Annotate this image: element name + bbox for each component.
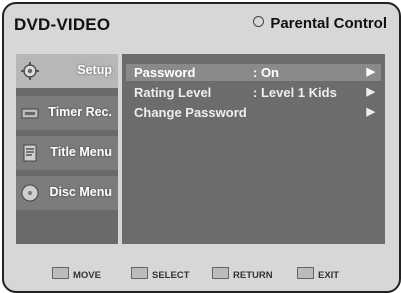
setting-name: Rating Level xyxy=(134,85,212,100)
disc-menu-icon xyxy=(21,184,39,202)
sidebar-item-label: Setup xyxy=(77,63,112,77)
return-hint: RETURN xyxy=(212,267,273,281)
page-title: DVD-VIDEO xyxy=(14,15,111,34)
setup-icon xyxy=(21,62,39,80)
sidebar-item-label: Timer Rec. xyxy=(48,105,112,119)
move-key-icon xyxy=(52,267,69,279)
sidebar-item-setup[interactable]: Setup xyxy=(16,54,118,88)
dvd-menu-screen: DVD-VIDEO Parental Control Setup Timer R… xyxy=(2,2,401,293)
settings-panel: Password : On ▶ Rating Level : Level 1 K… xyxy=(122,54,385,244)
arrow-right-icon: ▶ xyxy=(366,86,375,98)
change-password-row[interactable]: Change Password ▶ xyxy=(126,104,381,121)
hint-label: RETURN xyxy=(233,270,273,281)
exit-hint: EXIT xyxy=(297,267,339,281)
hint-label: EXIT xyxy=(318,270,340,281)
rating-level-row[interactable]: Rating Level : Level 1 Kids ▶ xyxy=(126,84,381,101)
hint-label: SELECT xyxy=(152,270,190,281)
setting-value: : On xyxy=(253,65,279,80)
setting-name: Change Password xyxy=(134,105,247,120)
exit-key-icon xyxy=(297,267,314,279)
select-hint: SELECT xyxy=(131,267,189,281)
sidebar-item-disc-menu[interactable]: Disc Menu xyxy=(16,176,118,210)
title-menu-icon xyxy=(23,144,37,162)
radio-dot-icon xyxy=(253,16,265,27)
sidebar-item-timer-rec[interactable]: Timer Rec. xyxy=(16,96,118,130)
arrow-right-icon: ▶ xyxy=(366,66,375,78)
move-hint: MOVE xyxy=(52,267,101,281)
sidebar-item-label: Disc Menu xyxy=(49,185,112,199)
header: DVD-VIDEO Parental Control xyxy=(4,4,399,46)
setting-value: : Level 1 Kids xyxy=(253,85,337,100)
footer-hints: MOVE SELECT RETURN EXIT xyxy=(4,255,399,291)
hint-label: MOVE xyxy=(73,270,101,281)
return-key-icon xyxy=(212,267,229,279)
sidebar-item-title-menu[interactable]: Title Menu xyxy=(16,136,118,170)
select-key-icon xyxy=(131,267,148,279)
mode-label: Parental Control xyxy=(270,15,387,32)
timer-icon xyxy=(21,108,39,119)
password-row[interactable]: Password : On ▶ xyxy=(126,64,381,81)
mode-indicator: Parental Control xyxy=(253,15,387,32)
setting-name: Password xyxy=(134,65,196,80)
arrow-right-icon: ▶ xyxy=(366,106,375,118)
sidebar: Setup Timer Rec. Title Menu Disc Menu xyxy=(16,54,118,244)
sidebar-item-label: Title Menu xyxy=(50,145,112,159)
